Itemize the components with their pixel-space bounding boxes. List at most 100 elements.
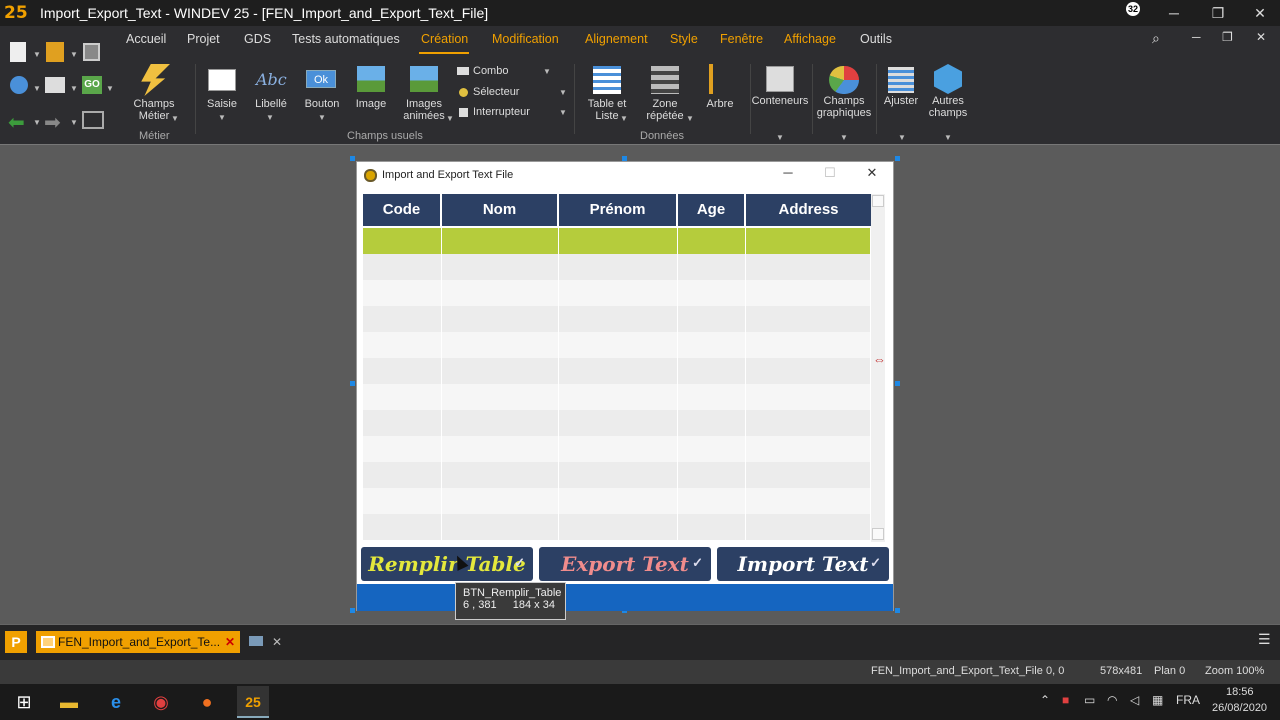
tab-affichage[interactable]: Affichage <box>784 32 836 46</box>
table-cell[interactable] <box>559 462 678 488</box>
table-cell[interactable] <box>442 410 559 436</box>
images-animees-label[interactable]: Images animées <box>400 98 448 122</box>
chevron-down-icon[interactable]: ▼ <box>898 133 906 142</box>
table-cell[interactable] <box>746 462 871 488</box>
arbre-icon[interactable] <box>709 64 729 94</box>
table-cell[interactable] <box>746 254 871 280</box>
save-icon[interactable] <box>83 43 100 61</box>
chart-tab-close-icon[interactable]: ✕ <box>272 635 282 649</box>
table-row[interactable] <box>363 280 871 306</box>
keyboard-icon[interactable]: ▦ <box>1152 693 1163 707</box>
table-cell[interactable] <box>363 436 442 462</box>
table-cell[interactable] <box>363 306 442 332</box>
new-file-icon[interactable] <box>10 42 26 62</box>
chevron-down-icon[interactable]: ▼ <box>620 114 628 123</box>
table-cell[interactable] <box>559 514 678 540</box>
table-row[interactable] <box>363 254 871 280</box>
table-row[interactable] <box>363 332 871 358</box>
table-cell[interactable] <box>746 488 871 514</box>
chevron-down-icon[interactable]: ▼ <box>776 133 784 142</box>
gear-icon[interactable] <box>10 76 28 94</box>
column-header-nom[interactable]: Nom <box>442 194 559 226</box>
file-explorer-icon[interactable]: ▬ <box>53 686 85 718</box>
table-row[interactable] <box>363 306 871 332</box>
close-button[interactable]: ✕ <box>1238 0 1280 26</box>
ribbon-close-button[interactable]: ✕ <box>1256 30 1266 44</box>
table-row[interactable] <box>363 410 871 436</box>
autres-champs-label[interactable]: Autres champs <box>924 95 972 119</box>
design-window[interactable]: Import and Export Text File ─ ☐ ✕ Code N… <box>356 161 894 611</box>
tab-alignement[interactable]: Alignement <box>585 32 648 46</box>
table-cell[interactable] <box>678 306 746 332</box>
chrome-icon[interactable]: ◉ <box>145 686 177 718</box>
scroll-down-button[interactable] <box>872 528 884 540</box>
images-animees-icon[interactable] <box>410 66 438 92</box>
hamburger-menu-icon[interactable]: ☰ <box>1258 631 1271 648</box>
table-cell[interactable] <box>678 358 746 384</box>
table-cell[interactable] <box>363 514 442 540</box>
table-cell[interactable] <box>678 280 746 306</box>
chevron-down-icon[interactable]: ▼ <box>840 133 848 142</box>
column-header-prenom[interactable]: Prénom <box>559 194 678 226</box>
libelle-label[interactable]: Libellé <box>252 98 290 110</box>
table-cell[interactable] <box>559 332 678 358</box>
tab-creation[interactable]: Création <box>421 32 468 46</box>
chevron-down-icon[interactable]: ▼ <box>70 50 78 59</box>
show-hidden-icons-icon[interactable]: ⌃ <box>1040 693 1050 707</box>
table-cell[interactable] <box>363 384 442 410</box>
export-text-button[interactable]: Export Text ✓ <box>539 547 711 581</box>
interrupteur-label[interactable]: Interrupteur <box>473 106 530 118</box>
chevron-down-icon[interactable]: ▼ <box>686 114 694 123</box>
resize-handle[interactable] <box>895 381 900 386</box>
chevron-down-icon[interactable]: ▼ <box>70 118 78 127</box>
resize-handle[interactable] <box>895 608 900 613</box>
remplir-table-button[interactable]: Remplir Table ✓ <box>361 547 533 581</box>
column-header-address[interactable]: Address <box>746 194 871 226</box>
edge-icon[interactable]: e <box>100 686 132 718</box>
table-cell[interactable] <box>746 228 871 254</box>
table-cell[interactable] <box>363 358 442 384</box>
table-cell[interactable] <box>442 228 559 254</box>
resize-handle[interactable] <box>350 156 355 161</box>
table-cell[interactable] <box>442 436 559 462</box>
design-close-button[interactable]: ✕ <box>857 165 887 185</box>
table-cell[interactable] <box>746 358 871 384</box>
status-zoom[interactable]: Zoom 100% <box>1205 665 1264 677</box>
scroll-up-button[interactable] <box>872 195 884 207</box>
tab-modification[interactable]: Modification <box>492 32 559 46</box>
minimize-button[interactable]: ─ <box>1152 0 1196 26</box>
table-row[interactable] <box>363 358 871 384</box>
table-cell[interactable] <box>442 462 559 488</box>
table-cell[interactable] <box>678 332 746 358</box>
table-cell[interactable] <box>559 254 678 280</box>
conteneurs-label[interactable]: Conteneurs <box>750 95 810 107</box>
design-minimize-button[interactable]: ─ <box>773 165 803 185</box>
doc-tab-close-icon[interactable]: ✕ <box>225 635 235 649</box>
table-scrollbar[interactable] <box>871 194 885 542</box>
clock-time[interactable]: 18:56 <box>1226 686 1254 698</box>
document-tab[interactable]: FEN_Import_and_Export_Te... <box>36 631 240 653</box>
table-cell[interactable] <box>678 488 746 514</box>
table-cell[interactable] <box>746 384 871 410</box>
table-cell[interactable] <box>559 384 678 410</box>
table-cell[interactable] <box>442 514 559 540</box>
bouton-icon[interactable]: Ok <box>306 70 336 88</box>
chevron-down-icon[interactable]: ▼ <box>106 84 114 93</box>
chevron-down-icon[interactable]: ▼ <box>543 67 551 76</box>
table-cell[interactable] <box>363 280 442 306</box>
table-cell[interactable] <box>559 358 678 384</box>
chevron-down-icon[interactable]: ▼ <box>33 118 41 127</box>
layout-icon[interactable] <box>82 111 104 129</box>
table-cell[interactable] <box>442 488 559 514</box>
chevron-down-icon[interactable]: ▼ <box>33 50 41 59</box>
table-cell[interactable] <box>678 410 746 436</box>
tab-tests-automatiques[interactable]: Tests automatiques <box>292 32 400 46</box>
resize-arrow-icon[interactable]: ⇔ <box>873 352 886 367</box>
tab-gds[interactable]: GDS <box>244 32 271 46</box>
chevron-down-icon[interactable]: ▼ <box>218 113 226 122</box>
search-icon[interactable]: ⌕ <box>1152 30 1160 47</box>
table-cell[interactable] <box>363 332 442 358</box>
table-cell[interactable] <box>678 436 746 462</box>
network-icon[interactable]: ◠ <box>1107 693 1117 707</box>
table-cell[interactable] <box>559 410 678 436</box>
